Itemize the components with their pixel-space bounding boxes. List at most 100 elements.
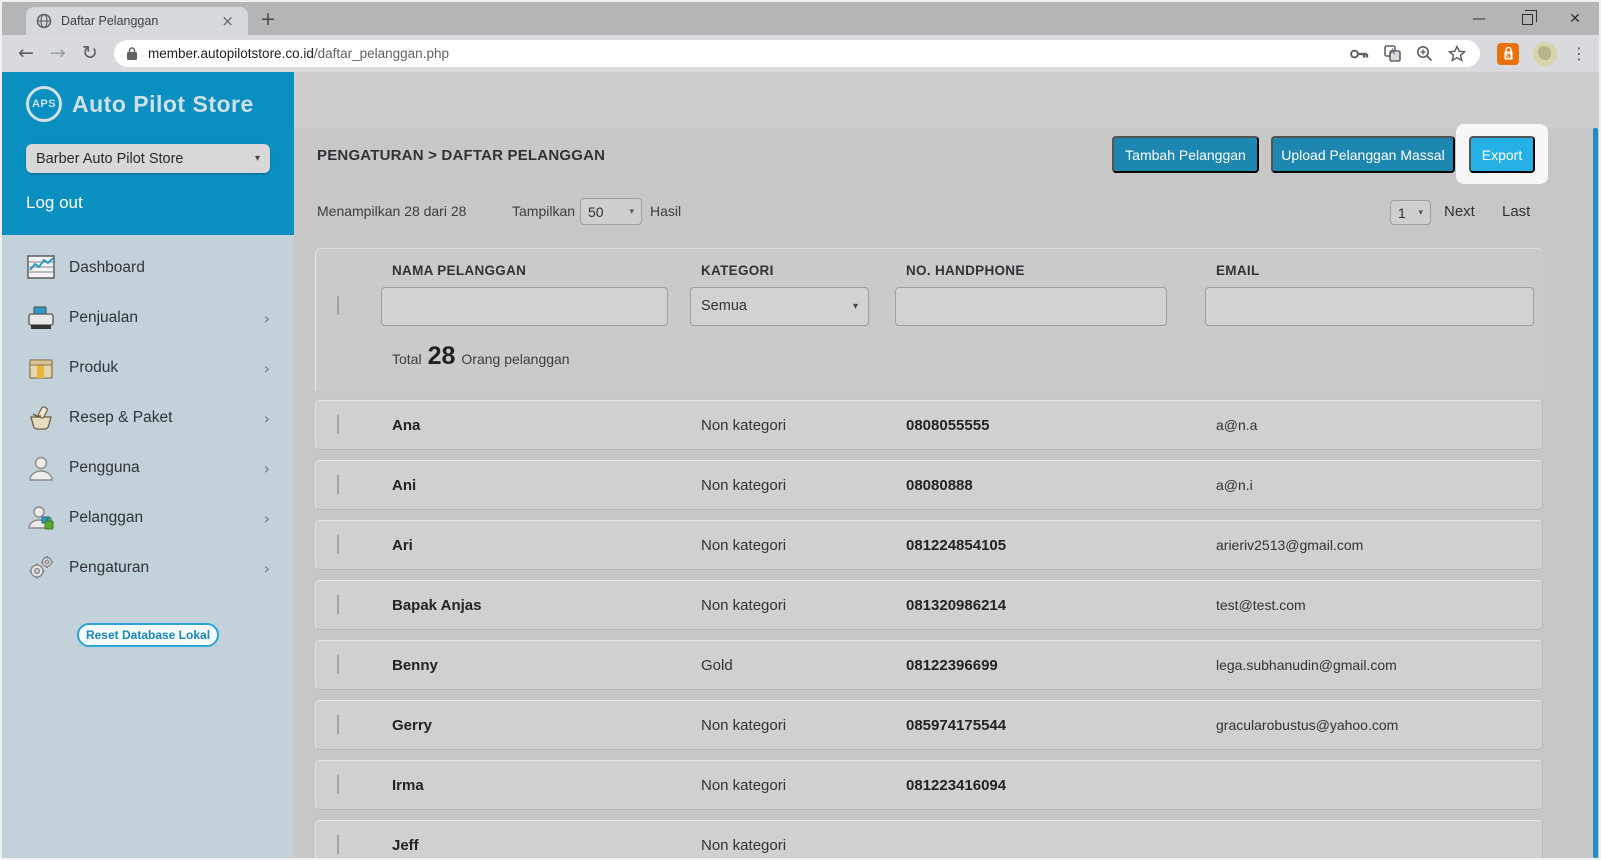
row-checkbox[interactable] [337,415,339,434]
page-scrollbar[interactable] [1593,128,1598,858]
total-suffix: Orang pelanggan [461,351,569,367]
next-page-link[interactable]: Next [1444,203,1475,220]
sidebar-item-label: Penjualan [69,309,138,327]
sidebar-menu: Dashboard Penjualan › [2,235,294,858]
profile-avatar[interactable] [1533,42,1557,66]
sidebar-item-pengaturan[interactable]: Pengaturan › [2,543,294,593]
select-all-checkbox[interactable] [337,296,339,315]
store-select-value: Barber Auto Pilot Store [36,151,184,167]
export-button[interactable]: Export [1469,136,1535,173]
row-checkbox[interactable] [337,715,339,734]
reload-button[interactable]: ↻ [82,44,98,63]
url-bar[interactable]: member.autopilotstore.co.id/daftar_pelan… [114,40,1480,67]
row-checkbox[interactable] [337,475,339,494]
table-column-headers: NAMA PELANGGAN KATEGORI NO. HANDPHONE EM… [316,249,1543,278]
filter-phone-input[interactable] [895,287,1167,326]
customer-rows: Ana Non kategori 0808055555 a@n.a Ani No… [315,400,1543,858]
page-number-select[interactable]: 1 ▾ [1390,200,1431,225]
sidebar-item-dashboard[interactable]: Dashboard [2,243,294,293]
forward-button[interactable]: → [50,44,66,63]
browser-menu-icon[interactable]: ⋮ [1571,44,1587,63]
breadcrumb: PENGATURAN > DAFTAR PELANGGAN [317,147,605,164]
app-page: APS Auto Pilot Store Barber Auto Pilot S… [2,72,1599,858]
restore-button[interactable] [1503,2,1551,35]
sidebar-item-label: Resep & Paket [69,409,172,427]
svg-text:a: a [1506,51,1511,60]
cell-phone: 081224854105 [906,537,1216,554]
export-highlight: Export [1456,124,1548,184]
table-row[interactable]: Bapak Anjas Non kategori 081320986214 te… [315,580,1543,630]
table-row[interactable]: Gerry Non kategori 085974175544 gracular… [315,700,1543,750]
filter-email-input[interactable] [1205,287,1534,326]
table-row[interactable]: Ani Non kategori 08080888 a@n.i [315,460,1543,510]
main-content: PENGATURAN > DAFTAR PELANGGAN Tambah Pel… [294,72,1599,858]
cell-kategori: Non kategori [701,537,906,554]
page-number-value: 1 [1398,205,1406,221]
sidebar-item-pelanggan[interactable]: Pelanggan › [2,493,294,543]
upload-pelanggan-massal-button[interactable]: Upload Pelanggan Massal [1271,136,1455,173]
globe-icon [36,13,52,29]
cell-nama: Irma [392,777,701,794]
sidebar-item-label: Pengaturan [69,559,149,577]
browser-titlebar: Daftar Pelanggan × + — ✕ [2,2,1599,35]
row-checkbox[interactable] [337,835,339,854]
filter-nama-input[interactable] [381,287,668,326]
customer-icon [26,504,56,532]
sidebar-item-resep-paket[interactable]: Resep & Paket › [2,393,294,443]
store-select[interactable]: Barber Auto Pilot Store ▾ [26,144,270,173]
cell-kategori: Non kategori [701,717,906,734]
page-size-value: 50 [588,204,604,220]
url-domain: member.autopilotstore.co.id [148,46,314,61]
cell-email: lega.subhanudin@gmail.com [1216,657,1542,673]
sidebar-header: APS Auto Pilot Store Barber Auto Pilot S… [2,72,294,235]
row-checkbox[interactable] [337,775,339,794]
table-row[interactable]: Irma Non kategori 081223416094 [315,760,1543,810]
sidebar-item-label: Pengguna [69,459,140,477]
cell-kategori: Non kategori [701,837,906,854]
table-row[interactable]: Jeff Non kategori [315,820,1543,858]
logout-link[interactable]: Log out [26,193,270,213]
bookmark-star-icon[interactable] [1448,45,1466,62]
user-icon [26,454,56,482]
cell-kategori: Non kategori [701,597,906,614]
chevron-right-icon: › [264,559,270,578]
new-tab-button[interactable]: + [260,10,276,29]
back-button[interactable]: ← [18,44,34,63]
mortar-pestle-icon [26,404,56,432]
minimize-button[interactable]: — [1455,2,1503,35]
page-size-select[interactable]: 50 ▾ [580,198,642,225]
urlbar-action-icons: A [1350,45,1466,62]
filter-kategori-select[interactable]: Semua ▾ [690,287,869,326]
browser-tab[interactable]: Daftar Pelanggan × [26,7,248,35]
translate-icon[interactable]: A [1384,45,1401,62]
sidebar-item-pengguna[interactable]: Pengguna › [2,443,294,493]
cell-kategori: Non kategori [701,417,906,434]
extension-icon[interactable]: a [1497,43,1519,65]
cell-phone: 085974175544 [906,717,1216,734]
password-key-icon[interactable] [1350,48,1369,60]
row-checkbox[interactable] [337,535,339,554]
url-text: member.autopilotstore.co.id/daftar_pelan… [148,46,1350,61]
reset-database-button[interactable]: Reset Database Lokal [77,623,219,647]
chevron-right-icon: › [264,509,270,528]
svg-text:A: A [1390,47,1396,56]
zoom-icon[interactable] [1416,45,1433,62]
table-row[interactable]: Ana Non kategori 0808055555 a@n.a [315,400,1543,450]
row-checkbox[interactable] [337,595,339,614]
cell-nama: Ani [392,477,701,494]
sidebar-item-produk[interactable]: Produk › [2,343,294,393]
last-page-link[interactable]: Last [1502,203,1530,220]
tambah-pelanggan-button[interactable]: Tambah Pelanggan [1112,136,1259,173]
showing-count-text: Menampilkan 28 dari 28 [317,203,466,219]
close-button[interactable]: ✕ [1551,2,1599,35]
tab-close-icon[interactable]: × [217,12,238,31]
cell-nama: Benny [392,657,701,674]
table-row[interactable]: Benny Gold 08122396699 lega.subhanudin@g… [315,640,1543,690]
sidebar-item-penjualan[interactable]: Penjualan › [2,293,294,343]
table-row[interactable]: Ari Non kategori 081224854105 arieriv251… [315,520,1543,570]
sidebar: APS Auto Pilot Store Barber Auto Pilot S… [2,72,294,858]
row-checkbox[interactable] [337,655,339,674]
tab-title: Daftar Pelanggan [61,14,217,28]
chevron-down-icon: ▾ [853,301,858,312]
restore-icon [1522,14,1533,25]
